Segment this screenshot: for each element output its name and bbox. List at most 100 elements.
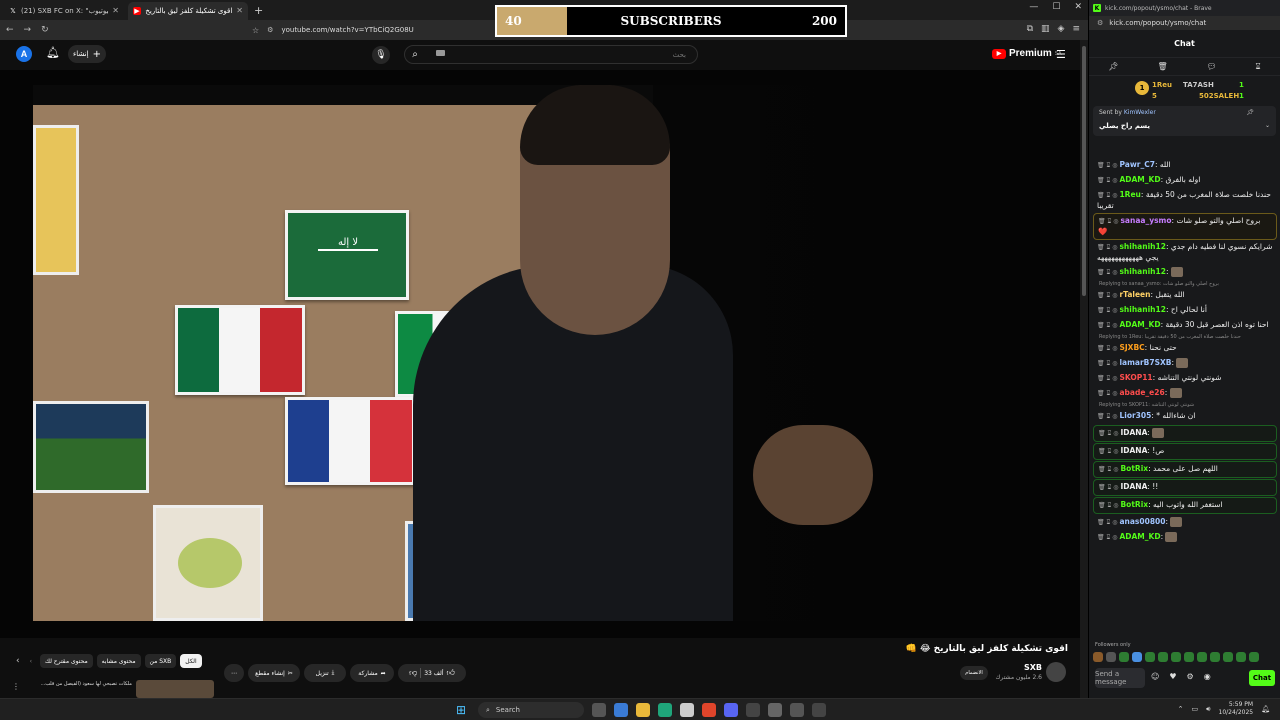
users-icon[interactable]: ◉ <box>1204 672 1211 681</box>
emote[interactable] <box>1132 652 1142 662</box>
gift-icon[interactable]: ♥ <box>1169 672 1176 681</box>
share-button[interactable]: مشاركة ➦ <box>350 664 394 682</box>
obs-icon[interactable] <box>746 703 760 717</box>
keyboard-icon[interactable] <box>436 50 445 56</box>
mod-actions-icon[interactable]: 🗑︎ ⌛︎ ◎ <box>1098 502 1118 509</box>
kick-url-bar[interactable]: ⚙ kick.com/popout/ysmo/chat <box>1089 16 1280 30</box>
chip-from-channel[interactable]: من SXB <box>144 654 177 668</box>
back-icon[interactable]: ← <box>6 25 14 35</box>
mic-icon[interactable]: 🎙︎ <box>372 46 390 64</box>
store-icon[interactable] <box>680 703 694 717</box>
edge-icon[interactable] <box>658 703 672 717</box>
mod-actions-icon[interactable]: 🗑︎ ⌛︎ ◎ <box>1097 162 1117 169</box>
chat-username[interactable]: abade_e26 <box>1119 388 1164 397</box>
app-icon[interactable] <box>790 703 804 717</box>
chat-message[interactable]: 🗑︎ ⌛︎ ◎ 1Reu: حندنا خلصت صلاة المغرب من 5… <box>1093 188 1277 213</box>
hamburger-menu-icon[interactable]: ☰ <box>1056 48 1066 61</box>
clip-button[interactable]: إنشاء مقطع ✂ <box>248 664 300 682</box>
chat-username[interactable]: lamarB7SXB <box>1119 358 1171 367</box>
emote[interactable] <box>1197 652 1207 662</box>
chat-message[interactable]: 🗑︎ ⌛︎ ◎ IDANA: !! <box>1093 479 1277 496</box>
chat-message[interactable]: 🗑︎ ⌛︎ ◎ shihanih12: أنا لحالي اح <box>1093 303 1277 318</box>
chat-username[interactable]: SKOP11 <box>1119 373 1152 382</box>
chat-username[interactable]: shihanih12 <box>1119 305 1165 314</box>
emote[interactable] <box>1210 652 1220 662</box>
chip-similar[interactable]: محتوى مشابه <box>96 654 141 668</box>
sidebar-icon[interactable]: ▥ <box>1041 24 1050 34</box>
chat-username[interactable]: rTaleen <box>1119 290 1150 299</box>
chat-username[interactable]: sanaa_ysmo <box>1120 216 1171 225</box>
recommended-video-thumbnail[interactable] <box>136 680 214 698</box>
mod-actions-icon[interactable]: 🗑︎ ⌛︎ ◎ <box>1098 430 1118 437</box>
youtube-logo[interactable]: ▶ Premium SA <box>992 48 1061 59</box>
file-explorer-icon[interactable] <box>636 703 650 717</box>
pin-icon[interactable]: 📌︎ <box>1246 109 1254 116</box>
send-chat-button[interactable]: Chat <box>1249 670 1275 686</box>
chat-username[interactable]: anas00800 <box>1119 517 1165 526</box>
hourglass-icon[interactable]: ⌛︎ <box>1255 62 1260 72</box>
channel-name[interactable]: SXB <box>1024 663 1042 672</box>
mod-actions-icon[interactable]: 🗑︎ ⌛︎ ◎ <box>1097 322 1117 329</box>
search-input[interactable] <box>430 45 696 64</box>
tray-expand-icon[interactable]: ⌃ <box>1178 705 1184 713</box>
bookmark-icon[interactable]: ☆ <box>252 26 259 35</box>
windows-start-icon[interactable]: ⊞ <box>456 703 470 717</box>
chat-message[interactable]: 🗑︎ ⌛︎ ◎ SKOP11: شونتي لونتي التناشه <box>1093 371 1277 386</box>
dislike-icon[interactable]: 👎︎ <box>409 668 417 678</box>
chat-message[interactable]: 🗑︎ ⌛︎ ◎ shihanih12: <box>1093 265 1277 280</box>
emote[interactable] <box>1184 652 1194 662</box>
emote[interactable] <box>1093 652 1103 662</box>
emote[interactable] <box>1249 652 1259 662</box>
chat-username[interactable]: IDANA <box>1120 446 1147 455</box>
taskbar-search[interactable]: ⌕ Search <box>478 702 584 718</box>
chat-message[interactable]: 🗑︎ ⌛︎ ◎ lamarB7SXB: <box>1093 356 1277 371</box>
mod-actions-icon[interactable]: 🗑︎ ⌛︎ ◎ <box>1098 484 1118 491</box>
close-window-icon[interactable]: ✕ <box>1074 2 1082 12</box>
chat-message[interactable]: 🗑︎ ⌛︎ ◎ anas00800: <box>1093 515 1277 530</box>
emote[interactable] <box>1145 652 1155 662</box>
page-scrollbar[interactable] <box>1080 40 1088 698</box>
channel-avatar[interactable] <box>1046 662 1066 682</box>
mod-actions-icon[interactable]: 🗑︎ ⌛︎ ◎ <box>1097 292 1117 299</box>
maximize-icon[interactable]: ☐ <box>1052 2 1060 12</box>
chat-message[interactable]: 🗑︎ ⌛︎ ◎ Lior305: ان شاءالله * <box>1093 409 1277 424</box>
download-button[interactable]: تنزيل ⤓ <box>304 664 346 682</box>
mod-actions-icon[interactable]: 🗑︎ ⌛︎ ◎ <box>1097 192 1117 199</box>
settings-icon[interactable]: ⚙ <box>1187 672 1194 681</box>
notifications-icon[interactable]: 🔔︎ <box>46 46 60 59</box>
chat-username[interactable]: ADAM_KD <box>1119 320 1160 329</box>
network-icon[interactable]: ▭ <box>1191 705 1198 713</box>
chat-username[interactable]: shihanih12 <box>1119 267 1165 276</box>
chat-message[interactable]: 🗑︎ ⌛︎ ◎ IDANA: ص! <box>1093 443 1277 460</box>
mod-actions-icon[interactable]: 🗑︎ ⌛︎ ◎ <box>1097 307 1117 314</box>
recommended-video-title[interactable]: ملكات تصبحي لها سعود (الفيصل من قلب... <box>28 681 133 687</box>
chat-username[interactable]: IDANA <box>1120 482 1147 491</box>
pinned-message[interactable]: Sent by KimWexler 📌︎ يسم راح يصلي ⌄ <box>1093 106 1276 136</box>
emote[interactable] <box>1119 652 1129 662</box>
avatar[interactable]: A <box>16 46 32 62</box>
chat-username[interactable]: shihanih12 <box>1119 242 1165 251</box>
scrollbar-thumb[interactable] <box>1082 46 1086 296</box>
mod-actions-icon[interactable]: 🗑︎ ⌛︎ ◎ <box>1097 360 1117 367</box>
emote[interactable] <box>1106 652 1116 662</box>
chat-message[interactable]: 🗑︎ ⌛︎ ◎ IDANA: <box>1093 425 1277 442</box>
chip-suggested[interactable]: محتوى مقترح لك <box>40 654 93 668</box>
wallet-icon[interactable]: ◈ <box>1058 24 1065 34</box>
like-button[interactable]: 👎︎ 33 ألف 👍︎ <box>398 664 466 682</box>
mod-actions-icon[interactable]: 🗑︎ ⌛︎ ◎ <box>1098 466 1118 473</box>
chat-username[interactable]: BotRix <box>1120 464 1148 473</box>
mod-actions-icon[interactable]: 🗑︎ ⌛︎ ◎ <box>1097 413 1117 420</box>
chat-message[interactable]: 🗑︎ ⌛︎ ◎ sanaa_ysmo: بروح اصلي والتو صلو ش… <box>1093 213 1277 240</box>
copilot-icon[interactable] <box>614 703 628 717</box>
minimize-icon[interactable]: — <box>1029 2 1038 12</box>
emote[interactable] <box>1223 652 1233 662</box>
close-icon[interactable]: ✕ <box>236 6 243 15</box>
mod-actions-icon[interactable]: 🗑︎ ⌛︎ ◎ <box>1097 345 1117 352</box>
chat-username[interactable]: ADAM_KD <box>1119 175 1160 184</box>
mod-actions-icon[interactable]: 🗑︎ ⌛︎ ◎ <box>1097 244 1117 251</box>
mod-actions-icon[interactable]: 🗑︎ ⌛︎ ◎ <box>1097 375 1117 382</box>
chat-input[interactable]: Send a message <box>1095 668 1145 688</box>
site-info-icon[interactable]: ⚙ <box>1097 19 1103 27</box>
mod-actions-icon[interactable]: 🗑︎ ⌛︎ ◎ <box>1098 448 1118 455</box>
volume-icon[interactable]: 🔊︎ <box>1206 705 1210 714</box>
